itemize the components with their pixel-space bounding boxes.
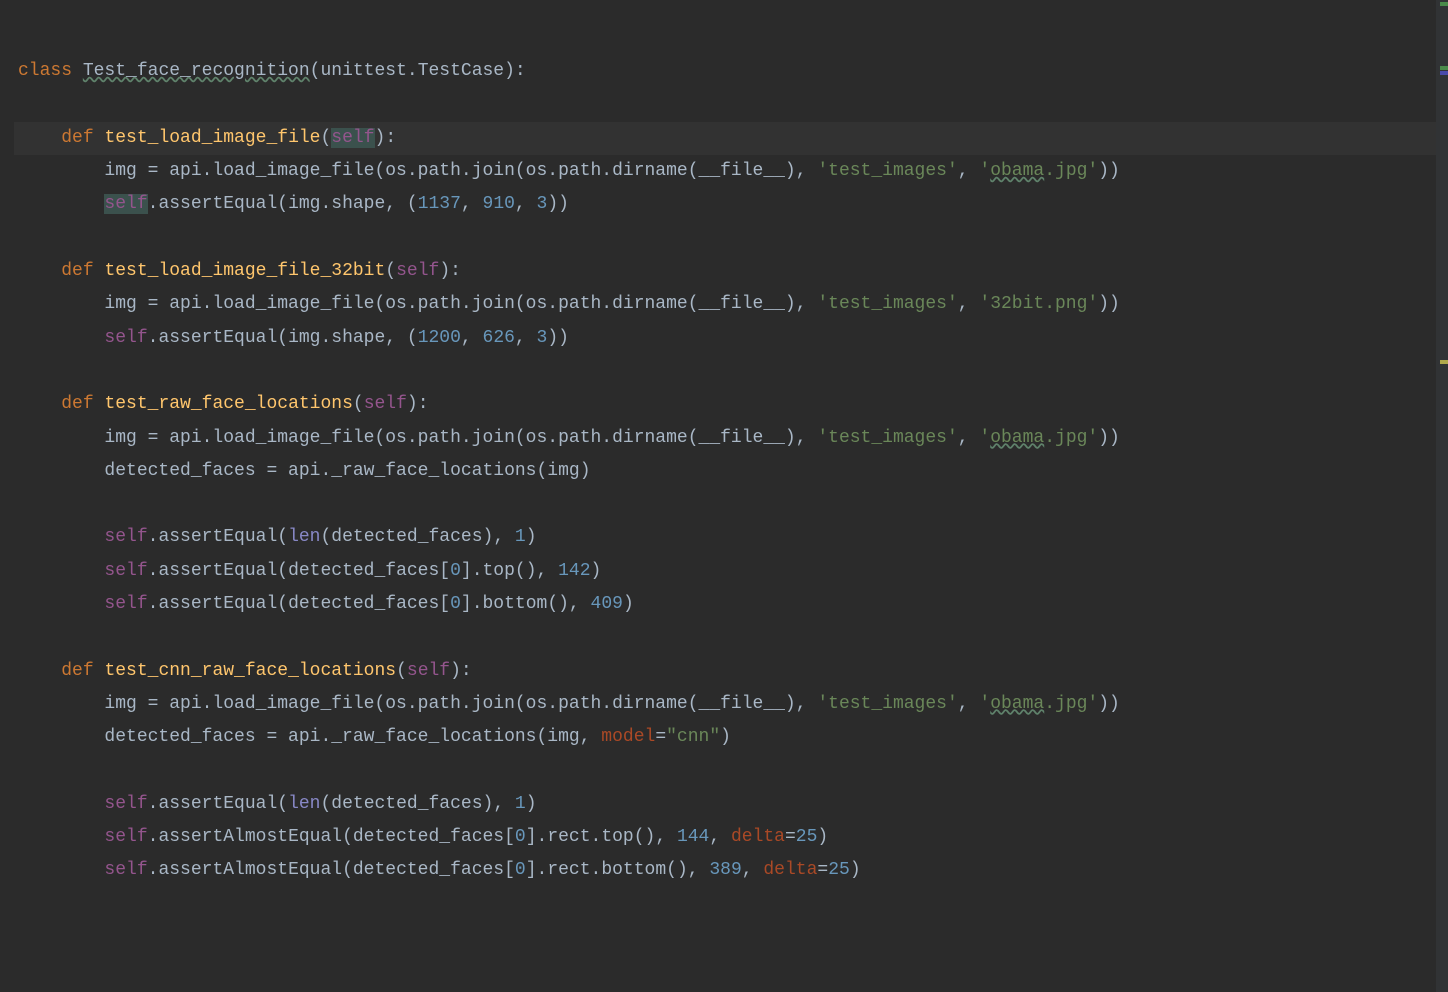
minimap[interactable] — [1436, 0, 1448, 992]
code-line[interactable] — [14, 89, 1436, 122]
code-line[interactable] — [14, 621, 1436, 654]
code-line[interactable]: self.assertAlmostEqual(detected_faces[0]… — [14, 854, 1436, 887]
code-line[interactable]: self.assertEqual(detected_faces[0].botto… — [14, 588, 1436, 621]
code-line[interactable] — [14, 888, 1436, 921]
code-line[interactable]: detected_faces = api._raw_face_locations… — [14, 455, 1436, 488]
code-line[interactable]: img = api.load_image_file(os.path.join(o… — [14, 155, 1436, 188]
code-line[interactable]: self.assertEqual(len(detected_faces), 1) — [14, 521, 1436, 554]
code-line[interactable]: self.assertEqual(detected_faces[0].top()… — [14, 555, 1436, 588]
code-line[interactable]: def test_load_image_file(self): — [14, 122, 1436, 155]
code-line[interactable] — [14, 355, 1436, 388]
editor-gutter — [0, 0, 14, 992]
code-line[interactable] — [14, 488, 1436, 521]
code-line[interactable]: self.assertEqual(len(detected_faces), 1) — [14, 788, 1436, 821]
minimap-mark — [1440, 360, 1448, 364]
minimap-mark — [1440, 71, 1448, 75]
code-line[interactable] — [14, 22, 1436, 55]
code-line[interactable]: detected_faces = api._raw_face_locations… — [14, 721, 1436, 754]
minimap-mark — [1440, 66, 1448, 70]
code-line[interactable]: def test_raw_face_locations(self): — [14, 388, 1436, 421]
code-line[interactable]: def test_load_image_file_32bit(self): — [14, 255, 1436, 288]
code-line[interactable]: def test_cnn_raw_face_locations(self): — [14, 655, 1436, 688]
code-line[interactable]: class Test_face_recognition(unittest.Tes… — [14, 55, 1436, 88]
code-editor[interactable]: class Test_face_recognition(unittest.Tes… — [14, 0, 1436, 992]
code-line[interactable]: img = api.load_image_file(os.path.join(o… — [14, 288, 1436, 321]
code-line[interactable]: img = api.load_image_file(os.path.join(o… — [14, 688, 1436, 721]
minimap-mark — [1440, 2, 1448, 6]
code-line[interactable]: self.assertAlmostEqual(detected_faces[0]… — [14, 821, 1436, 854]
code-line[interactable]: img = api.load_image_file(os.path.join(o… — [14, 422, 1436, 455]
code-line[interactable]: self.assertEqual(img.shape, (1200, 626, … — [14, 322, 1436, 355]
code-line[interactable]: self.assertEqual(img.shape, (1137, 910, … — [14, 188, 1436, 221]
code-line[interactable] — [14, 755, 1436, 788]
code-line[interactable] — [14, 222, 1436, 255]
